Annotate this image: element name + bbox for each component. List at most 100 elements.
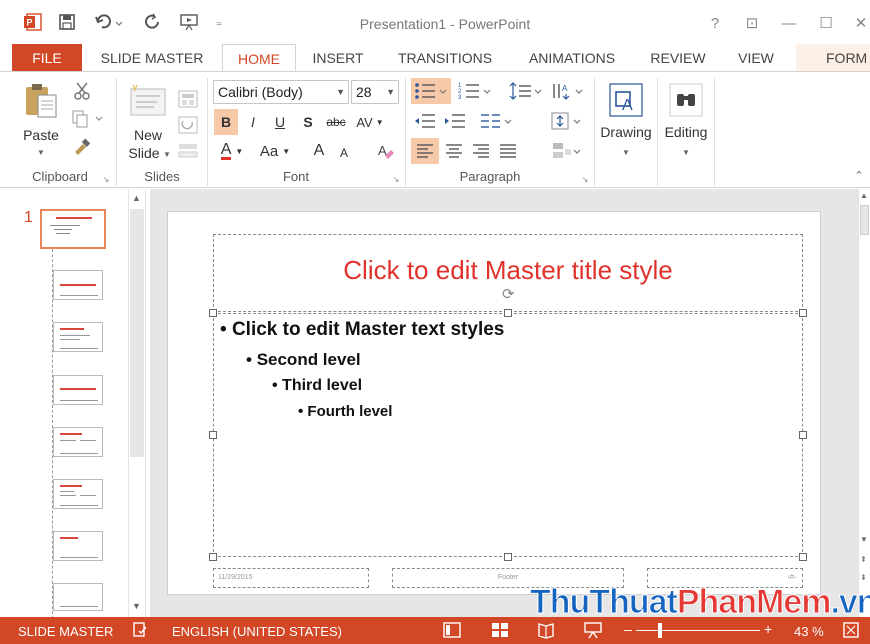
redo-icon[interactable]: [142, 11, 164, 33]
slide-sorter-icon[interactable]: [491, 621, 509, 642]
resize-handle[interactable]: [799, 553, 807, 561]
new-slide-label[interactable]: New: [128, 126, 168, 144]
bullet-level-2[interactable]: • Second level: [246, 350, 361, 370]
language-label[interactable]: ENGLISH (UNITED STATES): [172, 624, 342, 639]
character-spacing-button[interactable]: AV ▼: [352, 109, 388, 135]
fit-to-window-icon[interactable]: [842, 621, 860, 642]
resize-handle[interactable]: [209, 553, 217, 561]
tab-home[interactable]: HOME: [222, 44, 296, 72]
next-slide-icon[interactable]: ⇟: [860, 573, 867, 582]
zoom-slider-thumb[interactable]: [658, 623, 662, 638]
align-right-button[interactable]: [468, 138, 494, 164]
master-thumbnail-selected[interactable]: [40, 209, 106, 249]
layout-thumbnail[interactable]: [53, 427, 103, 457]
maximize-icon[interactable]: ☐: [815, 12, 837, 34]
scroll-thumb[interactable]: [860, 205, 869, 235]
slide-master-canvas[interactable]: Click to edit Master title style ⟳ • Cli…: [167, 211, 821, 595]
ribbon-display-options-icon[interactable]: ⊡: [741, 12, 763, 34]
tab-format[interactable]: FORM: [796, 44, 870, 72]
minimize-icon[interactable]: —: [778, 12, 800, 34]
close-icon[interactable]: ✕: [850, 12, 870, 34]
tab-animations[interactable]: ANIMATIONS: [516, 44, 628, 72]
editing-dropdown-icon[interactable]: ▼: [680, 146, 692, 158]
align-center-button[interactable]: [441, 138, 467, 164]
bullet-level-3[interactable]: • Third level: [272, 377, 362, 395]
clear-formatting-icon[interactable]: A: [372, 138, 398, 164]
find-binoculars-icon[interactable]: [666, 80, 706, 120]
drawing-button[interactable]: Drawing: [598, 122, 654, 142]
accessibility-check-icon[interactable]: [132, 621, 148, 642]
copy-icon[interactable]: [70, 108, 106, 130]
layout-thumbnail[interactable]: [53, 583, 103, 611]
tab-slide-master[interactable]: SLIDE MASTER: [94, 44, 210, 72]
decrease-indent-button[interactable]: [411, 108, 439, 134]
title-placeholder[interactable]: Click to edit Master title style ⟳: [213, 234, 803, 312]
rotate-handle-icon[interactable]: ⟳: [502, 285, 518, 303]
resize-handle[interactable]: [209, 431, 217, 439]
layout-icon[interactable]: [176, 88, 200, 110]
collapse-ribbon-icon[interactable]: ⌃: [852, 168, 866, 182]
section-icon[interactable]: [176, 140, 200, 162]
master-title-text[interactable]: Click to edit Master title style: [214, 255, 802, 286]
change-case-button[interactable]: Aa ▼: [254, 138, 296, 164]
scroll-thumb[interactable]: [130, 209, 144, 457]
line-spacing-button[interactable]: [507, 78, 545, 104]
resize-handle[interactable]: [504, 553, 512, 561]
strikethrough-button[interactable]: abc: [322, 109, 350, 135]
align-left-button[interactable]: [411, 138, 439, 164]
tab-file[interactable]: FILE: [12, 44, 82, 72]
increase-font-size-button[interactable]: A: [308, 138, 330, 164]
clipboard-launcher-icon[interactable]: ↘: [101, 174, 111, 184]
new-slide-label-2[interactable]: Slide: [124, 144, 164, 162]
layout-thumbnail[interactable]: [53, 270, 103, 300]
smartart-button[interactable]: [548, 138, 586, 164]
resize-handle[interactable]: [799, 309, 807, 317]
scroll-down-icon[interactable]: ▼: [860, 535, 868, 544]
drawing-dropdown-icon[interactable]: ▼: [620, 146, 632, 158]
layout-thumbnail[interactable]: [53, 531, 103, 561]
zoom-in-icon[interactable]: +: [764, 621, 772, 637]
font-launcher-icon[interactable]: ↘: [391, 174, 401, 184]
editing-button[interactable]: Editing: [658, 122, 714, 142]
body-placeholder[interactable]: • Click to edit Master text styles • Sec…: [213, 313, 803, 557]
paragraph-launcher-icon[interactable]: ↘: [580, 174, 590, 184]
reset-icon[interactable]: [176, 114, 200, 136]
editor-scrollbar[interactable]: ▲ ▼ ⇞ ⇟: [858, 189, 870, 617]
tab-transitions[interactable]: TRANSITIONS: [388, 44, 502, 72]
zoom-slider[interactable]: [636, 630, 760, 631]
decrease-font-size-button[interactable]: A: [334, 140, 354, 166]
zoom-out-icon[interactable]: –: [624, 621, 632, 637]
font-color-button[interactable]: A ▼: [212, 138, 252, 164]
undo-icon[interactable]: [92, 11, 126, 33]
layout-thumbnail[interactable]: [53, 375, 103, 405]
reading-view-icon[interactable]: [537, 621, 555, 642]
text-direction-button[interactable]: A: [548, 78, 586, 104]
tab-review[interactable]: REVIEW: [643, 44, 713, 72]
underline-button[interactable]: U: [268, 109, 292, 135]
text-shadow-button[interactable]: S: [296, 109, 320, 135]
shapes-icon[interactable]: A: [606, 80, 646, 120]
italic-button[interactable]: I: [241, 109, 265, 135]
justify-button[interactable]: [495, 138, 521, 164]
scroll-up-icon[interactable]: ▲: [860, 191, 868, 200]
start-slideshow-icon[interactable]: [178, 11, 202, 33]
numbering-button[interactable]: 123: [455, 78, 495, 104]
zoom-percentage[interactable]: 43 %: [794, 624, 824, 639]
paste-icon[interactable]: [20, 80, 64, 122]
new-slide-icon[interactable]: [128, 82, 168, 120]
thumbnails-scrollbar[interactable]: ▲ ▼: [128, 189, 146, 617]
save-icon[interactable]: [56, 11, 78, 33]
slideshow-view-icon[interactable]: [583, 621, 603, 642]
scroll-up-icon[interactable]: ▲: [132, 193, 141, 203]
cut-icon[interactable]: [70, 80, 94, 102]
previous-slide-icon[interactable]: ⇞: [860, 555, 867, 564]
view-mode-label[interactable]: SLIDE MASTER: [18, 624, 113, 639]
resize-handle[interactable]: [799, 431, 807, 439]
paste-button[interactable]: Paste: [16, 126, 66, 144]
tab-view[interactable]: VIEW: [730, 44, 782, 72]
layout-thumbnail[interactable]: [53, 479, 103, 509]
paste-dropdown-icon[interactable]: ▼: [34, 146, 48, 158]
resize-handle[interactable]: [209, 309, 217, 317]
help-icon[interactable]: ?: [704, 12, 726, 34]
customize-toolbar-icon[interactable]: ₌: [212, 11, 226, 33]
